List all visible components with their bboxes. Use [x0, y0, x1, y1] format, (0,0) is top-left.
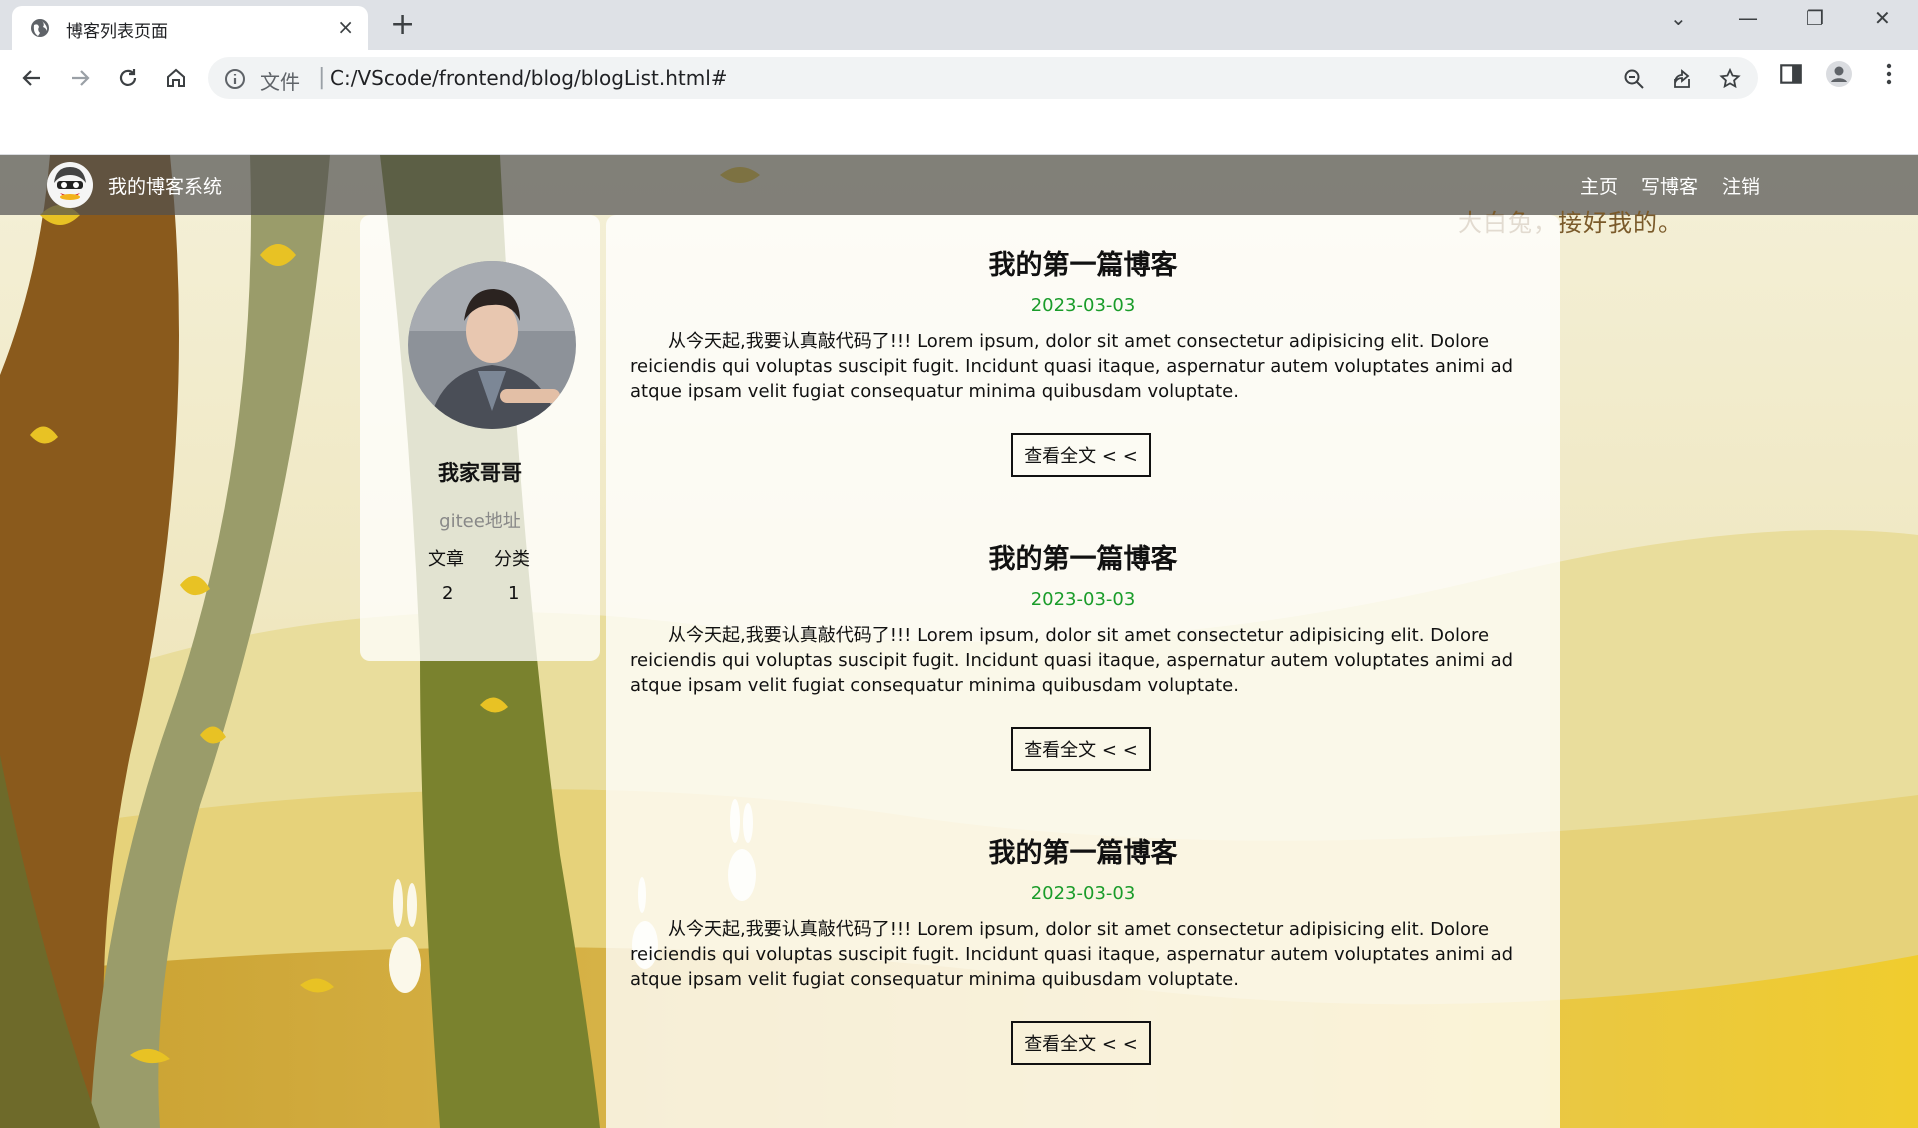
back-button[interactable] [16, 62, 48, 94]
url-scheme-label: 文件 [260, 70, 300, 94]
url-text[interactable]: C:/VScode/frontend/blog/blogList.html# [330, 66, 728, 90]
tab-search-icon[interactable]: ⌄ [1670, 6, 1687, 30]
user-avatar-image [408, 261, 576, 429]
blog-list-page: 我的博客系统 主页 写博客 注销 大白兔，接好我的。 我家哥哥 gitee地址 … [0, 155, 1918, 1128]
nav-home-link[interactable]: 主页 [1580, 172, 1618, 199]
side-panel-icon[interactable] [1778, 61, 1804, 87]
bookmark-star-icon[interactable] [1718, 67, 1742, 91]
blog-summary: 从今天起,我要认真敲代码了!!! Lorem ipsum, dolor sit … [630, 919, 1514, 990]
stat-value-articles: 2 [442, 583, 454, 604]
browser-content-top [0, 106, 1918, 155]
minimize-button[interactable]: — [1738, 6, 1758, 30]
blog-item: 我的第一篇博客 2023-03-03 从今天起,我要认真敲代码了!!! Lore… [606, 215, 1560, 509]
info-icon[interactable] [224, 68, 246, 90]
blog-title: 我的第一篇博客 [988, 250, 1178, 281]
stat-value-categories: 1 [508, 583, 520, 604]
url-separator: | [318, 65, 326, 90]
arrow-right-icon [72, 70, 90, 86]
more-menu-icon[interactable] [1876, 61, 1902, 87]
tab-close-icon[interactable]: × [337, 15, 354, 39]
blog-date: 2023-03-03 [1030, 589, 1136, 610]
reload-button[interactable] [112, 62, 144, 94]
nav-logout-link[interactable]: 注销 [1722, 172, 1760, 199]
user-info-card: 我家哥哥 gitee地址 文章 分类 2 1 [360, 215, 600, 661]
blog-item: 我的第一篇博客 2023-03-03 从今天起,我要认真敲代码了!!! Lore… [606, 509, 1560, 803]
new-tab-button[interactable]: + [390, 7, 415, 43]
home-button[interactable] [160, 62, 192, 94]
reload-icon [119, 69, 137, 86]
zoom-icon[interactable] [1622, 67, 1646, 91]
blog-title: 我的第一篇博客 [988, 838, 1178, 869]
avatar [408, 261, 576, 429]
blog-date: 2023-03-03 [1030, 883, 1136, 904]
close-window-button[interactable]: ✕ [1874, 6, 1891, 30]
site-brand: 我的博客系统 [108, 176, 223, 198]
gitee-link[interactable]: gitee地址 [360, 507, 600, 533]
browser-toolbar: 文件 | C:/VScode/frontend/blog/blogList.ht… [0, 50, 1918, 106]
blog-title: 我的第一篇博客 [988, 544, 1178, 575]
read-more-button[interactable]: 查看全文 < < [1011, 727, 1151, 771]
globe-icon [31, 19, 49, 37]
restore-button[interactable]: ❐ [1806, 6, 1824, 30]
blog-summary: 从今天起,我要认真敲代码了!!! Lorem ipsum, dolor sit … [630, 331, 1514, 402]
read-more-button[interactable]: 查看全文 < < [1011, 1021, 1151, 1065]
nav-write-link[interactable]: 写博客 [1641, 172, 1698, 199]
share-icon[interactable] [1670, 67, 1694, 91]
stat-label-categories: 分类 [494, 549, 530, 570]
logo-icon[interactable] [46, 161, 94, 209]
blog-summary: 从今天起,我要认真敲代码了!!! Lorem ipsum, dolor sit … [630, 625, 1514, 696]
arrow-left-icon [22, 70, 40, 86]
forward-button[interactable] [64, 62, 96, 94]
blog-date: 2023-03-03 [1030, 295, 1136, 316]
profile-avatar-icon[interactable] [1826, 61, 1852, 87]
blog-list-card: 我的第一篇博客 2023-03-03 从今天起,我要认真敲代码了!!! Lore… [606, 215, 1560, 1128]
username: 我家哥哥 [438, 461, 522, 485]
home-icon [167, 68, 185, 87]
blog-item: 我的第一篇博客 2023-03-03 从今天起,我要认真敲代码了!!! Lore… [606, 803, 1560, 1097]
browser-tabstrip: 博客列表页面 × + ⌄ — ❐ ✕ [0, 0, 1918, 50]
browser-tab[interactable]: 博客列表页面 × [12, 6, 368, 50]
tab-title: 博客列表页面 [66, 22, 168, 42]
read-more-button[interactable]: 查看全文 < < [1011, 433, 1151, 477]
address-bar[interactable]: 文件 | C:/VScode/frontend/blog/blogList.ht… [208, 57, 1758, 99]
stat-label-articles: 文章 [428, 549, 464, 570]
